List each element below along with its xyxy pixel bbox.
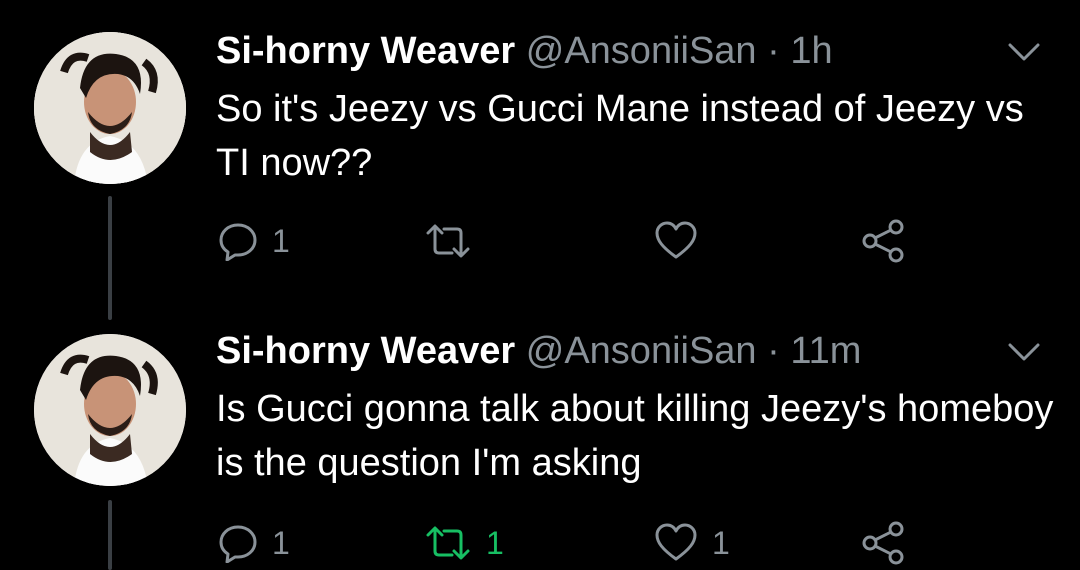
reply-count: 1	[272, 222, 290, 259]
handle[interactable]: @AnsoniiSan	[526, 330, 757, 372]
tweet-text: So it's Jeezy vs Gucci Mane instead of J…	[216, 88, 1024, 184]
like-button[interactable]	[654, 216, 712, 266]
reply-button[interactable]: 1	[218, 518, 290, 568]
avatar[interactable]	[34, 32, 186, 184]
like-count: 1	[712, 524, 730, 561]
separator: ·	[767, 330, 780, 372]
tweet-header: Si-horny Weaver @AnsoniiSan · 11m	[216, 330, 861, 373]
reply-icon	[218, 221, 258, 261]
display-name[interactable]: Si-horny Weaver	[216, 30, 515, 72]
timestamp[interactable]: 11m	[790, 330, 861, 372]
retweet-button[interactable]: 1	[424, 518, 504, 568]
timestamp[interactable]: 1h	[790, 30, 832, 72]
reply-icon	[218, 523, 258, 563]
action-bar: 1	[218, 216, 918, 266]
handle[interactable]: @AnsoniiSan	[526, 30, 757, 72]
tweet-header: Si-horny Weaver @AnsoniiSan · 1h	[216, 30, 833, 73]
share-icon	[860, 219, 906, 263]
tweet[interactable]: Si-horny Weaver @AnsoniiSan · 1h So it's…	[0, 0, 1080, 320]
tweet[interactable]: Si-horny Weaver @AnsoniiSan · 11m Is Guc…	[0, 320, 1080, 565]
share-button[interactable]	[860, 518, 906, 568]
retweet-icon	[424, 523, 472, 563]
share-button[interactable]	[860, 216, 906, 266]
avatar[interactable]	[34, 334, 186, 486]
retweet-count: 1	[486, 524, 504, 561]
like-button[interactable]: 1	[654, 518, 730, 568]
chevron-down-icon[interactable]	[1004, 340, 1044, 364]
retweet-button[interactable]	[424, 216, 486, 266]
share-icon	[860, 521, 906, 565]
retweet-icon	[424, 221, 472, 261]
tweet-text: Is Gucci gonna talk about killing Jeezy'…	[216, 388, 1054, 484]
chevron-down-icon[interactable]	[1004, 40, 1044, 64]
reply-count: 1	[272, 524, 290, 561]
like-icon	[654, 221, 698, 261]
display-name[interactable]: Si-horny Weaver	[216, 330, 515, 372]
separator: ·	[767, 30, 780, 72]
reply-button[interactable]: 1	[218, 216, 290, 266]
like-icon	[654, 523, 698, 563]
action-bar: 1 1 1	[218, 518, 918, 568]
